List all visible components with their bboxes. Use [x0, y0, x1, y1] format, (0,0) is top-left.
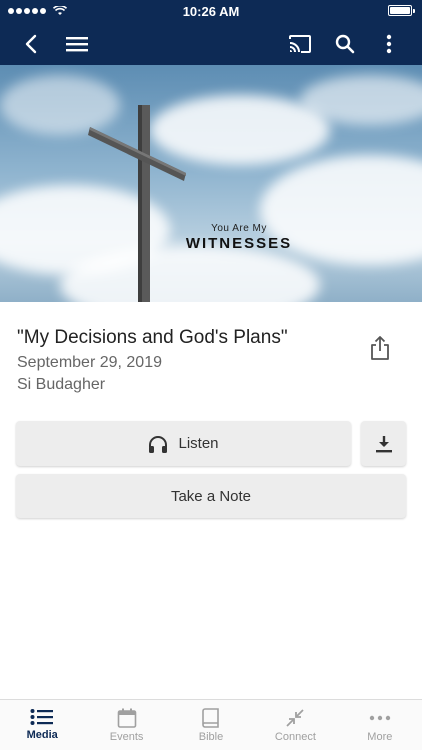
- search-button[interactable]: [330, 29, 360, 59]
- sermon-speaker: Si Budagher: [17, 376, 106, 393]
- tab-label-media: Media: [26, 729, 58, 741]
- headphones-icon: [149, 435, 168, 453]
- sermon-title: "My Decisions and God's Plans": [17, 327, 288, 348]
- battery-icon: [388, 5, 415, 16]
- cast-button[interactable]: [285, 29, 315, 59]
- hamburger-icon: [66, 37, 88, 52]
- signal-icon: [8, 6, 67, 16]
- tab-label-bible: Bible: [198, 731, 224, 743]
- wifi-icon: [53, 6, 67, 15]
- search-icon: [335, 34, 355, 54]
- cast-icon: [289, 35, 311, 53]
- listen-button[interactable]: Listen: [16, 421, 351, 466]
- back-button[interactable]: [16, 29, 46, 59]
- connect-icon: [286, 709, 305, 727]
- artwork-subtitle: You Are My: [211, 223, 267, 234]
- chevron-left-icon: [25, 34, 37, 54]
- more-icon: [369, 715, 391, 721]
- status-time: 10:26 AM: [182, 3, 240, 19]
- tab-more[interactable]: More: [338, 700, 422, 750]
- list-icon: [30, 709, 54, 725]
- take-note-label: Take a Note: [170, 487, 252, 505]
- book-icon: [202, 708, 219, 728]
- overflow-menu-button[interactable]: [374, 29, 404, 59]
- menu-button[interactable]: [62, 29, 92, 59]
- tab-media[interactable]: Media: [0, 700, 84, 750]
- more-vertical-icon: [386, 34, 392, 54]
- sermon-artwork: You Are My WITNESSES: [0, 65, 422, 302]
- tab-connect[interactable]: Connect: [253, 700, 337, 750]
- status-bar: 10:26 AM: [0, 0, 422, 22]
- download-icon: [375, 435, 392, 452]
- tab-events[interactable]: Events: [84, 700, 168, 750]
- listen-label: Listen: [178, 435, 219, 452]
- cross-icon: [88, 105, 186, 302]
- share-button[interactable]: [366, 334, 394, 362]
- tab-label-more: More: [367, 731, 393, 743]
- tab-label-connect: Connect: [274, 731, 316, 743]
- nav-bar: [0, 22, 422, 65]
- sermon-date: September 29, 2019: [17, 354, 162, 371]
- artwork-title: WITNESSES: [185, 235, 293, 252]
- tab-bible[interactable]: Bible: [169, 700, 253, 750]
- share-icon: [371, 336, 389, 360]
- download-button[interactable]: [361, 421, 406, 466]
- calendar-icon: [117, 708, 136, 728]
- tab-label-events: Events: [109, 731, 144, 743]
- tab-bar: Media Events Bible Connect More: [0, 699, 422, 750]
- take-note-button[interactable]: Take a Note: [16, 474, 406, 518]
